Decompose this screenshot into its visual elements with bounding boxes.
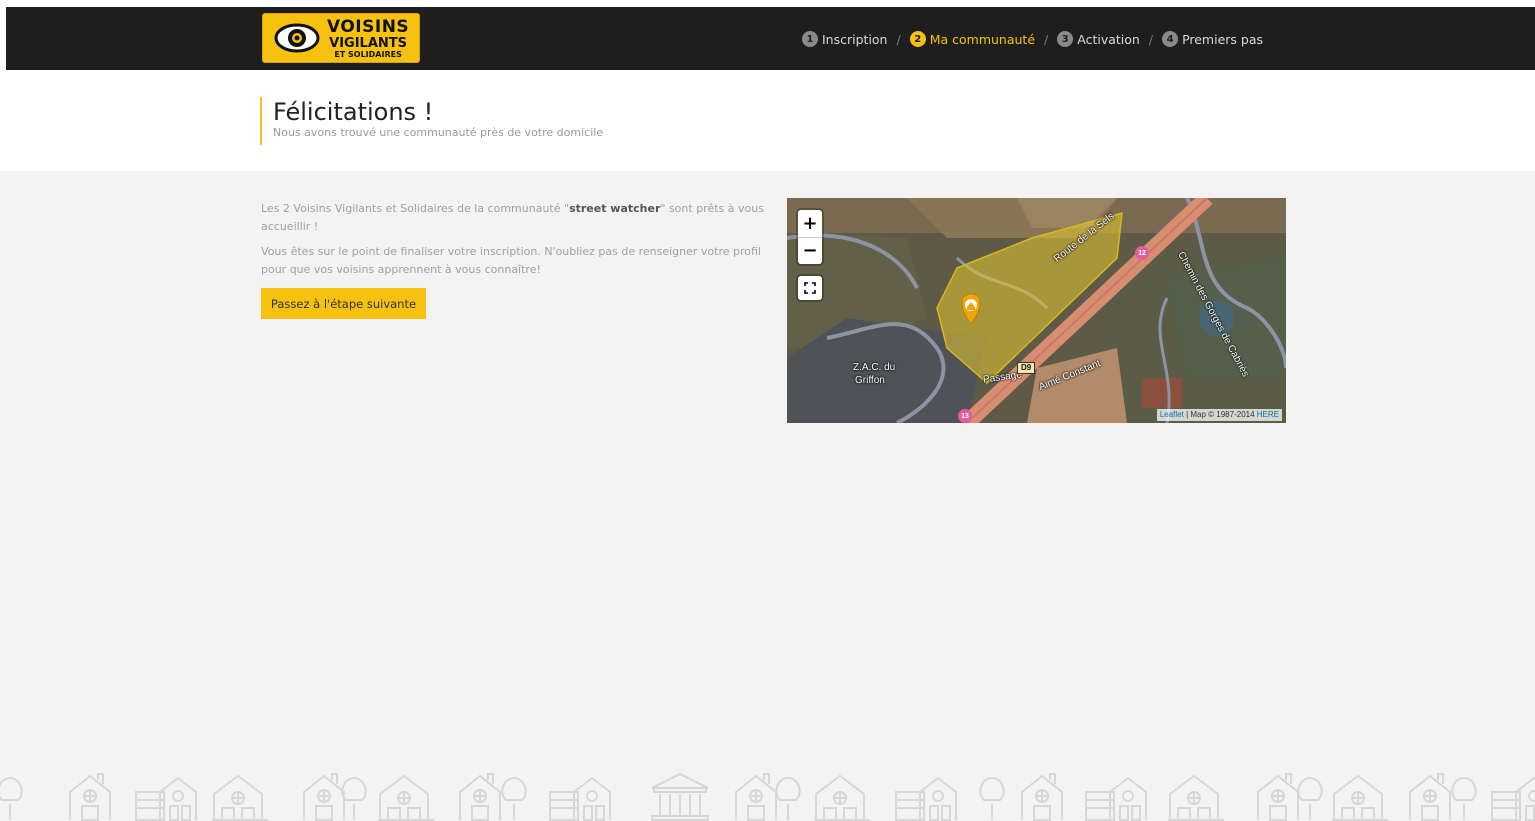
zoom-in-button[interactable]: + — [798, 210, 822, 237]
next-step-button[interactable]: Passez à l'étape suivante — [261, 288, 426, 319]
road-shield-d9: D9 — [1017, 362, 1036, 374]
step-premiers-pas[interactable]: 4 Premiers pas — [1162, 31, 1263, 47]
attribution-text: | Map © 1987-2014 — [1183, 410, 1257, 419]
step-number: 2 — [909, 31, 926, 47]
logo-text: VOISINS VIGILANTS ET SOLIDAIRES — [327, 19, 409, 59]
zoom-control: + − — [798, 210, 822, 264]
map-attribution: Leaflet | Map © 1987-2014 HERE — [1156, 409, 1282, 421]
eye-icon — [274, 23, 320, 53]
step-separator: / — [896, 31, 901, 47]
community-welcome-text: Les 2 Voisins Vigilants et Solidaires de… — [261, 200, 766, 236]
step-label: Premiers pas — [1182, 31, 1264, 47]
content-panel — [0, 171, 1535, 821]
step-number: 3 — [1057, 31, 1074, 47]
leaflet-link[interactable]: Leaflet — [1160, 410, 1184, 419]
step-label: Ma communauté — [929, 31, 1036, 47]
community-info: Les 2 Voisins Vigilants et Solidaires de… — [261, 200, 766, 286]
step-ma-communaute[interactable]: 2 Ma communauté — [909, 31, 1036, 47]
map-label-griffon: Griffon — [855, 375, 885, 386]
here-link[interactable]: HERE — [1257, 410, 1279, 419]
logo-line-2: VIGILANTS — [329, 36, 408, 51]
road-shield-13: 13 — [958, 409, 972, 423]
step-label: Inscription — [822, 31, 888, 47]
registration-steps: 1 Inscription / 2 Ma communauté / 3 Acti… — [802, 30, 1263, 48]
fullscreen-button[interactable] — [798, 276, 822, 300]
site-logo[interactable]: VOISINS VIGILANTS ET SOLIDAIRES — [262, 13, 420, 63]
community-name: street watcher — [569, 202, 661, 215]
step-number: 1 — [802, 31, 818, 47]
fullscreen-icon — [804, 282, 816, 294]
road-shield-12: 12 — [1135, 246, 1149, 260]
page-title: Félicitations ! — [273, 98, 434, 126]
map-label-zac: Z.A.C. du — [853, 362, 896, 373]
step-inscription[interactable]: 1 Inscription — [802, 31, 888, 47]
logo-line-1: VOISINS — [327, 17, 410, 37]
step-number: 4 — [1162, 31, 1179, 47]
decorative-houses-footer — [0, 773, 1535, 821]
step-label: Activation — [1077, 31, 1140, 47]
welcome-text-start: Les 2 Voisins Vigilants et Solidaires de… — [261, 202, 570, 215]
step-separator: / — [1148, 31, 1154, 47]
page-title-block: Félicitations ! Nous avons trouvé une co… — [260, 97, 603, 145]
page-subtitle: Nous avons trouvé une communauté près de… — [273, 126, 604, 139]
top-navigation-bar: VOISINS VIGILANTS ET SOLIDAIRES 1 Inscri… — [6, 7, 1535, 70]
step-separator: / — [1044, 31, 1049, 47]
zoom-out-button[interactable]: − — [798, 237, 822, 264]
finalize-text: Vous êtes sur le point de finaliser votr… — [261, 245, 761, 276]
community-map[interactable]: Route de la Sels Chemin des Gorges de Ca… — [787, 198, 1286, 423]
logo-line-3: ET SOLIDAIRES — [334, 50, 402, 59]
step-activation[interactable]: 3 Activation — [1057, 31, 1140, 47]
